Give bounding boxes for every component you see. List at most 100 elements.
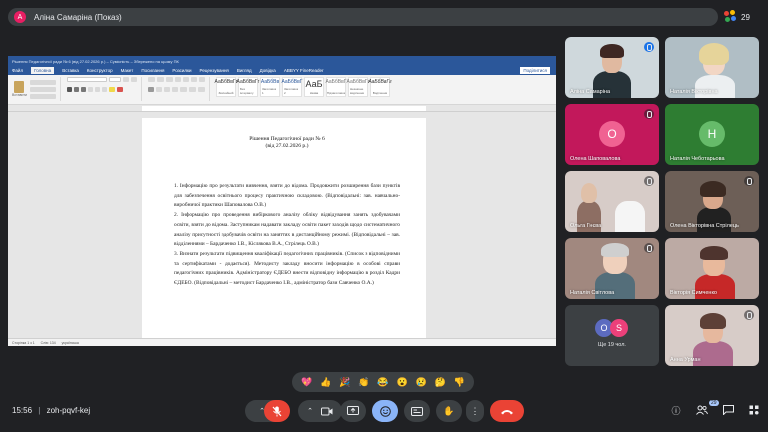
font-group — [66, 77, 142, 101]
superscript-button[interactable] — [101, 86, 107, 92]
presenter-avatar: А — [14, 11, 26, 23]
reaction-surprised[interactable]: 😮 — [396, 377, 407, 387]
mic-off-icon — [744, 176, 754, 186]
mic-off-icon — [644, 109, 654, 119]
reaction-thumbs-up[interactable]: 👍 — [320, 377, 331, 387]
participant-tile-10[interactable]: Анна Урман — [665, 305, 759, 366]
leave-call-button[interactable] — [490, 400, 524, 422]
style-subtle-emphasis[interactable]: АаБбВвГг Незначне виділення — [347, 77, 369, 97]
style-emphasis[interactable]: АаБбВвГг Виділення — [368, 77, 392, 97]
reaction-laugh[interactable]: 😂 — [377, 377, 388, 387]
justify-button[interactable] — [171, 86, 178, 92]
font-name-select[interactable] — [66, 77, 107, 82]
shading-button[interactable] — [188, 86, 196, 92]
word-tab-help[interactable]: Довідка — [260, 68, 276, 73]
info-icon[interactable]: ⓘ — [670, 404, 682, 416]
activities-icon[interactable] — [748, 404, 760, 416]
participants-counter[interactable]: 29 — [724, 9, 760, 25]
word-tab-insert[interactable]: Вставка — [62, 68, 79, 73]
bullets-button[interactable] — [147, 77, 155, 82]
style-normal[interactable]: АаБбВвГг Звичайний — [215, 77, 237, 97]
participant-tile-6[interactable]: Олена Вікторівна Стрілець — [665, 171, 759, 232]
participant-avatar: S — [610, 319, 628, 337]
present-button[interactable] — [340, 400, 366, 422]
increase-indent-button[interactable] — [182, 77, 189, 82]
grow-font-button[interactable] — [122, 77, 129, 82]
align-right-button[interactable] — [163, 86, 170, 92]
current-time: 15:56 — [12, 406, 33, 415]
participant-tile-7[interactable]: Наталія Світлова — [565, 238, 659, 299]
show-marks-button[interactable] — [198, 77, 205, 82]
participant-tile-2[interactable]: Наталія Вікторівна — [665, 37, 759, 98]
decrease-indent-button[interactable] — [174, 77, 181, 82]
format-painter-button[interactable] — [29, 93, 56, 99]
underline-button[interactable] — [80, 86, 86, 92]
multilevel-button[interactable] — [165, 77, 173, 82]
document-page[interactable]: Рішення Педагогічної ради № 6 (від 27.02… — [142, 118, 426, 346]
word-tab-home[interactable]: Головна — [31, 67, 55, 74]
chat-icon[interactable] — [722, 404, 734, 416]
participant-tile-5[interactable]: Ольга Гнєва — [565, 171, 659, 232]
presenter-bar[interactable]: А Аліна Самаріна (Показ) — [8, 8, 718, 26]
word-tab-view[interactable]: Вигляд — [237, 68, 252, 73]
participant-tile-1[interactable]: Аліна Самаріна — [565, 37, 659, 98]
font-size-select[interactable] — [108, 77, 121, 82]
mic-off-icon — [272, 406, 282, 416]
reaction-thinking[interactable]: 🤔 — [435, 377, 446, 387]
reaction-thumbs-down[interactable]: 👎 — [454, 377, 465, 387]
raise-hand-button[interactable]: ✋ — [436, 400, 462, 422]
word-tab-design[interactable]: Конструктор — [87, 68, 113, 73]
subscript-button[interactable] — [94, 86, 100, 92]
captions-button[interactable] — [404, 400, 430, 422]
more-options-button[interactable]: ⋮ — [466, 400, 484, 422]
reactions-button[interactable] — [372, 400, 398, 422]
style-subtitle[interactable]: АаБбВвГ Підзаголовок — [325, 77, 346, 97]
style-heading-1[interactable]: АаБбВв Заголовок 1 — [259, 77, 280, 97]
font-color-button[interactable] — [116, 86, 123, 92]
chevron-up-icon[interactable]: ⌃ — [307, 407, 313, 415]
style-heading-2[interactable]: АаБбВвГ Заголовок 2 — [281, 77, 302, 97]
strike-button[interactable] — [87, 86, 93, 92]
camera-control[interactable]: ⌃ — [298, 400, 342, 422]
word-tab-layout[interactable]: Макет — [121, 68, 134, 73]
word-tab-file[interactable]: Файл — [12, 68, 23, 73]
italic-button[interactable] — [73, 86, 79, 92]
reaction-heart[interactable]: 💖 — [301, 377, 312, 387]
bold-button[interactable] — [66, 86, 72, 92]
word-document-canvas[interactable]: Рішення Педагогічної ради № 6 (від 27.02… — [8, 112, 556, 346]
word-share-button[interactable]: Поділитися — [520, 67, 550, 74]
participant-tile-4[interactable]: Н Наталія Чеботарьова — [665, 104, 759, 165]
word-title-text: Рішення Педагогічної ради № 6 (від 27.02… — [12, 58, 179, 64]
borders-button[interactable] — [197, 86, 205, 92]
word-ruler[interactable] — [8, 105, 556, 112]
numbering-button[interactable] — [156, 77, 164, 82]
mic-toggle-button[interactable] — [264, 400, 290, 422]
style-title[interactable]: АаБ Назва — [303, 77, 324, 97]
copy-button[interactable] — [29, 86, 56, 92]
word-tab-references[interactable]: Посилання — [141, 68, 164, 73]
word-tab-mailings[interactable]: Розсилки — [172, 68, 191, 73]
reaction-clap[interactable]: 👏 — [358, 377, 369, 387]
people-icon — [696, 405, 708, 415]
meeting-code: zoh-pqvf-kej — [46, 406, 91, 415]
sort-button[interactable] — [190, 77, 197, 82]
align-center-button[interactable] — [155, 86, 162, 92]
participant-tile-3[interactable]: О Олена Шаповалова — [565, 104, 659, 165]
paste-icon[interactable] — [14, 81, 25, 93]
line-spacing-button[interactable] — [179, 86, 187, 92]
people-panel-button[interactable]: 29 — [696, 400, 719, 416]
cut-button[interactable] — [29, 79, 56, 85]
more-participants-tile[interactable]: O S Ще 19 чол. — [565, 305, 659, 366]
reaction-sad[interactable]: 😢 — [416, 377, 427, 387]
word-tab-abbyy[interactable]: ABBYY FineReader — [284, 68, 324, 73]
align-left-button[interactable] — [147, 86, 154, 92]
hand-icon: ✋ — [443, 405, 455, 416]
word-tab-review[interactable]: Рецензування — [200, 68, 229, 73]
reaction-party[interactable]: 🎉 — [339, 377, 350, 387]
highlight-button[interactable] — [108, 86, 115, 92]
participant-tile-8[interactable]: Вікторія Симченко — [665, 238, 759, 299]
participant-name: Олена Вікторівна Стрілець — [670, 223, 739, 229]
shrink-font-button[interactable] — [130, 77, 137, 82]
captions-icon — [411, 406, 423, 416]
style-no-spacing[interactable]: АаБбВвГг Без інтервалу — [237, 77, 259, 97]
